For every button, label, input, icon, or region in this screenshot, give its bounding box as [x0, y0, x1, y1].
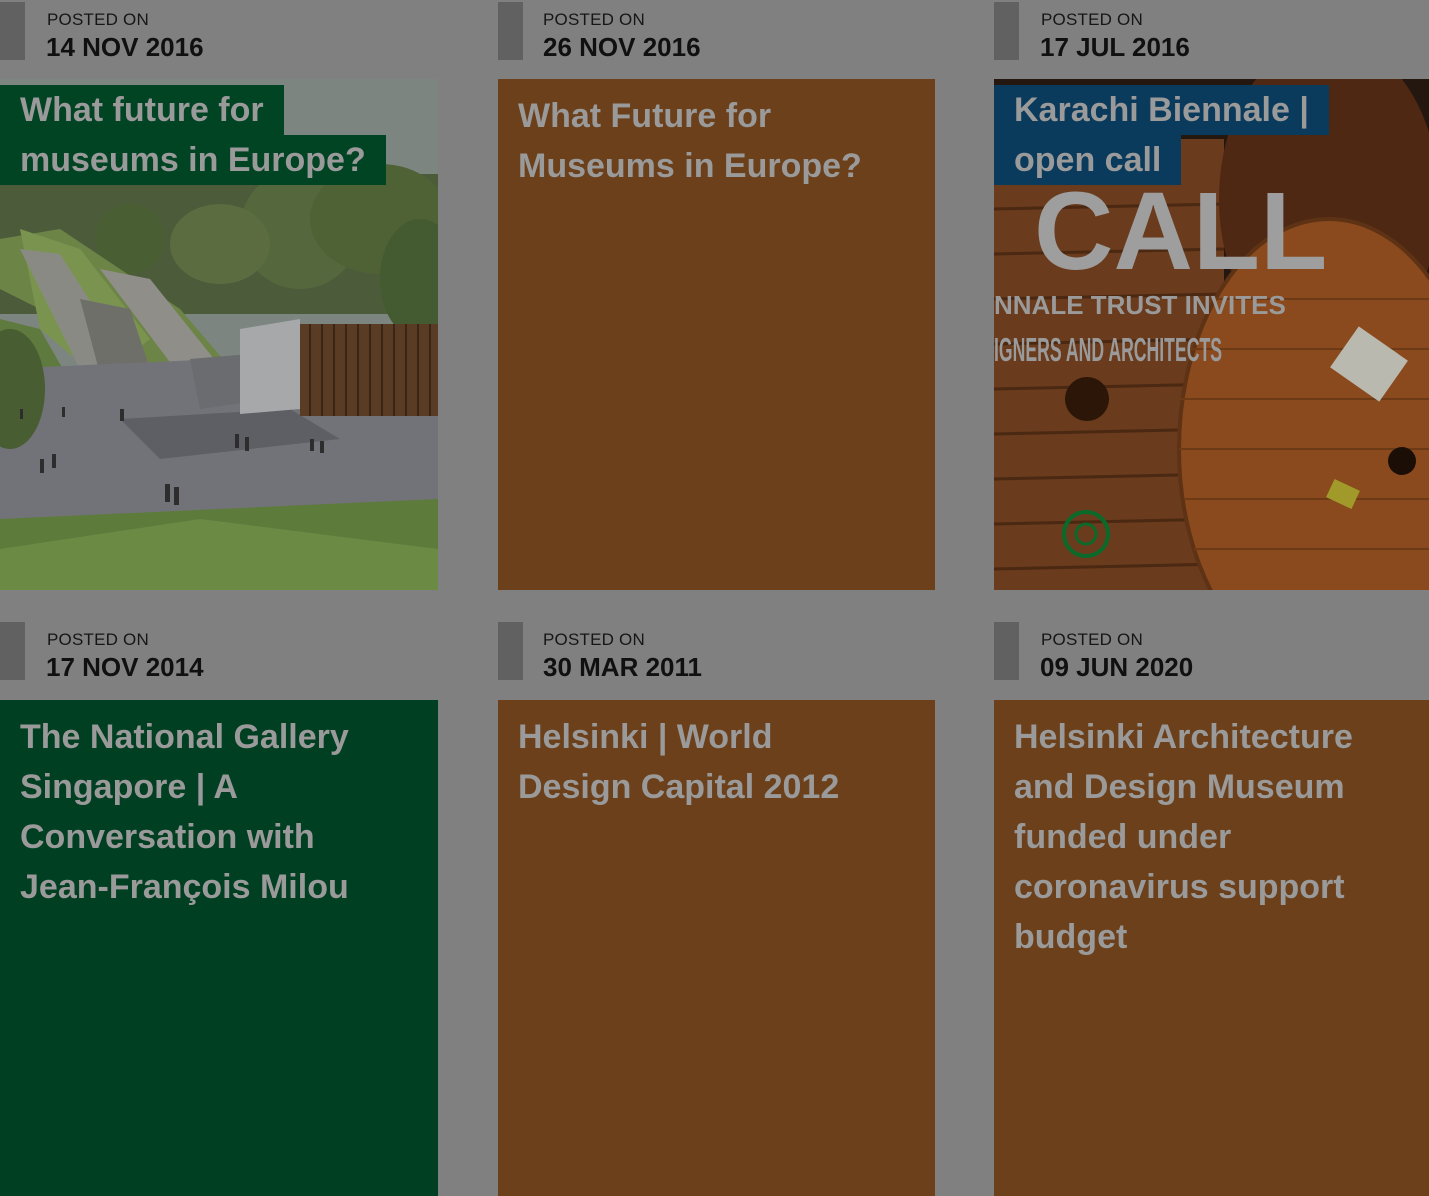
post-title-link[interactable]: Karachi Biennale | open call [994, 85, 1329, 185]
post-meta: POSTED ON 17 NOV 2014 [0, 620, 438, 700]
post-title-link[interactable]: Helsinki Architecture and Design Museum … [1014, 712, 1364, 962]
post-date: 17 JUL 2016 [1040, 32, 1190, 62]
post-card[interactable]: POSTED ON 26 NOV 2016 What Future for Mu… [498, 0, 936, 590]
poster-text: IGNERS AND ARCHITECTS [994, 331, 1222, 368]
post-tile[interactable]: What Future for Museums in Europe? [498, 79, 935, 590]
post-card[interactable]: POSTED ON 30 MAR 2011 Helsinki | World D… [498, 620, 936, 1196]
post-title-link[interactable]: The National Gallery Singapore | A Conve… [20, 712, 400, 912]
post-card[interactable]: POSTED ON 09 JUN 2020 Helsinki Architect… [994, 620, 1429, 1196]
post-meta: POSTED ON 17 JUL 2016 [994, 0, 1429, 79]
poster-text: NNALE TRUST INVITES [994, 290, 1286, 320]
post-title-link[interactable]: What Future for Museums in Europe? [518, 91, 898, 191]
post-date: 30 MAR 2011 [543, 652, 702, 682]
posted-on-label: POSTED ON [543, 630, 645, 649]
posted-on-label: POSTED ON [1041, 630, 1143, 649]
post-tile[interactable]: The National Gallery Singapore | A Conve… [0, 700, 438, 1196]
posted-on-label: POSTED ON [47, 10, 149, 29]
poster-text: CALL [1034, 170, 1327, 293]
page: { "posts": [ { "label": "POSTED ON", "da… [0, 0, 1429, 1196]
post-date: 26 NOV 2016 [543, 32, 701, 62]
post-card[interactable]: POSTED ON 14 NOV 2016 What future for mu… [0, 0, 438, 590]
meta-accent-bar [994, 622, 1019, 680]
post-image-link[interactable]: CALL NNALE TRUST INVITES IGNERS AND ARCH… [994, 79, 1429, 590]
meta-accent-bar [498, 622, 523, 680]
post-image-link[interactable]: What future for museums in Europe? [0, 79, 438, 590]
meta-accent-bar [0, 622, 25, 680]
post-date: 17 NOV 2014 [46, 652, 204, 682]
post-card[interactable]: POSTED ON 17 NOV 2014 The National Galle… [0, 620, 438, 1196]
post-title-line: museums in Europe? [0, 135, 386, 185]
meta-accent-bar [994, 2, 1019, 60]
post-date: 14 NOV 2016 [46, 32, 204, 62]
post-title-line: Karachi Biennale | [994, 85, 1329, 135]
post-title-link[interactable]: Helsinki | World Design Capital 2012 [518, 712, 878, 812]
post-meta: POSTED ON 26 NOV 2016 [498, 0, 936, 79]
post-tile[interactable]: Helsinki | World Design Capital 2012 [498, 700, 935, 1196]
posted-on-label: POSTED ON [47, 630, 149, 649]
post-card[interactable]: POSTED ON 17 JUL 2016 CALL NNALE TRUST I… [994, 0, 1429, 590]
post-title-link[interactable]: What future for museums in Europe? [0, 85, 386, 185]
meta-accent-bar [498, 2, 523, 60]
meta-accent-bar [0, 2, 25, 60]
posted-on-label: POSTED ON [1041, 10, 1143, 29]
posted-on-label: POSTED ON [543, 10, 645, 29]
post-title-line: open call [994, 135, 1182, 185]
post-date: 09 JUN 2020 [1040, 652, 1194, 682]
post-meta: POSTED ON 30 MAR 2011 [498, 620, 936, 700]
post-tile[interactable]: Helsinki Architecture and Design Museum … [994, 700, 1429, 1196]
post-meta: POSTED ON 14 NOV 2016 [0, 0, 438, 79]
post-meta: POSTED ON 09 JUN 2020 [994, 620, 1429, 700]
post-title-line: What future for [0, 85, 284, 135]
